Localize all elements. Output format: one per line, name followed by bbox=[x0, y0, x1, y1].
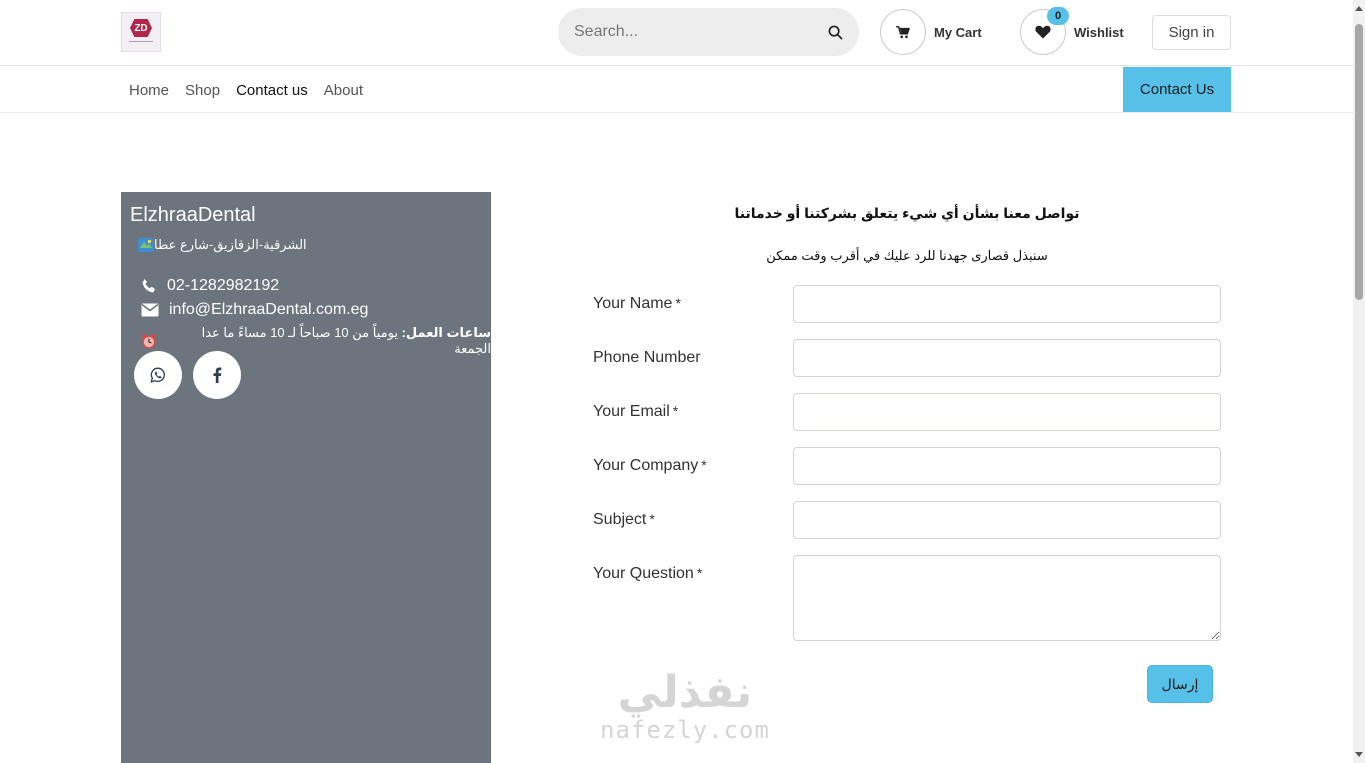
working-hours-label: ساعات العمل: bbox=[401, 325, 491, 340]
label-text: Your Question bbox=[593, 565, 694, 582]
search-icon bbox=[828, 25, 842, 39]
label-text: Your Company bbox=[593, 457, 699, 474]
search-button[interactable] bbox=[823, 20, 847, 44]
label-text: Your Name bbox=[593, 295, 673, 312]
scroll-up-arrow-icon[interactable] bbox=[1355, 6, 1363, 11]
required-mark: * bbox=[696, 565, 703, 581]
email-address[interactable]: info@ElzhraaDental.com.eg bbox=[169, 301, 368, 319]
watermark-arabic: نفذلي bbox=[617, 668, 753, 717]
scroll-down-arrow-icon[interactable] bbox=[1355, 752, 1363, 757]
site-logo[interactable]: ZD bbox=[121, 12, 161, 52]
alarm-clock-icon bbox=[141, 334, 156, 349]
facebook-icon bbox=[213, 367, 222, 383]
company-info-panel: ElzhraaDental الشرقية-الزقازيق-شارع عطا … bbox=[121, 192, 491, 763]
label-phone-number: Phone Number bbox=[593, 349, 704, 367]
contact-us-cta-button[interactable]: Contact Us bbox=[1123, 67, 1231, 112]
required-mark: * bbox=[701, 457, 707, 473]
nav-item-about[interactable]: About bbox=[316, 82, 371, 99]
nav-item-home[interactable]: Home bbox=[121, 82, 177, 99]
your-email-input[interactable] bbox=[793, 393, 1221, 431]
watermark: نفذلي nafezly.com bbox=[600, 668, 770, 745]
phone-icon bbox=[142, 279, 155, 293]
nav-item-contact-us[interactable]: Contact us bbox=[228, 82, 316, 99]
search-bar bbox=[558, 8, 859, 56]
whatsapp-button[interactable] bbox=[134, 351, 182, 399]
wishlist-count-badge: 0 bbox=[1047, 7, 1069, 25]
phone-number[interactable]: 02-1282982192 bbox=[167, 277, 279, 295]
label-text: Subject bbox=[593, 511, 647, 528]
label-text: Phone Number bbox=[593, 349, 701, 366]
required-mark: * bbox=[672, 403, 679, 419]
whatsapp-icon bbox=[150, 367, 165, 383]
facebook-button[interactable] bbox=[193, 351, 241, 399]
required-mark: * bbox=[675, 295, 681, 311]
main-nav: Home Shop Contact us About Contact Us bbox=[0, 67, 1353, 113]
map-icon bbox=[138, 238, 154, 252]
cart-label: My Cart bbox=[934, 24, 982, 40]
required-mark: * bbox=[649, 511, 655, 527]
your-name-input[interactable] bbox=[793, 285, 1221, 323]
logo-tagline-icon bbox=[129, 41, 153, 42]
nav-item-shop[interactable]: Shop bbox=[177, 82, 228, 99]
cart-icon bbox=[896, 25, 910, 38]
phone-row: 02-1282982192 bbox=[141, 277, 279, 295]
email-row: info@ElzhraaDental.com.eg bbox=[141, 301, 368, 319]
watermark-latin: nafezly.com bbox=[600, 716, 770, 744]
your-company-input[interactable] bbox=[793, 447, 1221, 485]
page-scrollbar[interactable] bbox=[1353, 0, 1365, 763]
address-text: الشرقية-الزقازيق-شارع عطا bbox=[154, 237, 307, 252]
scroll-thumb[interactable] bbox=[1355, 24, 1363, 300]
wishlist-label: Wishlist bbox=[1074, 24, 1124, 40]
form-intro-subtitle: سنبذل قصارى جهدنا للرد عليك في أقرب وقت … bbox=[766, 248, 1048, 263]
label-your-email: Your Email * bbox=[593, 403, 678, 421]
nav-links: Home Shop Contact us About bbox=[121, 67, 371, 113]
company-name: ElzhraaDental bbox=[130, 204, 256, 226]
your-question-textarea[interactable] bbox=[793, 555, 1221, 641]
label-text: Your Email bbox=[593, 403, 670, 420]
label-your-company: Your Company * bbox=[593, 457, 707, 475]
label-your-question: Your Question * bbox=[593, 565, 702, 583]
search-input[interactable] bbox=[574, 23, 814, 41]
cart-icon-circle bbox=[880, 9, 926, 55]
cart-button[interactable]: My Cart bbox=[880, 9, 982, 55]
social-links bbox=[134, 351, 241, 399]
wishlist-button[interactable]: 0 Wishlist bbox=[1020, 7, 1124, 55]
phone-number-input[interactable] bbox=[793, 339, 1221, 377]
submit-button[interactable]: إرسال bbox=[1147, 665, 1213, 703]
envelope-icon bbox=[141, 303, 159, 317]
top-header: ZD My Cart 0 bbox=[0, 0, 1353, 66]
logo-mark: ZD bbox=[130, 19, 152, 37]
form-intro-title: تواصل معنا بشأن أي شيء يتعلق بشركتنا أو … bbox=[734, 205, 1080, 221]
label-your-name: Your Name * bbox=[593, 295, 681, 313]
heart-icon bbox=[1035, 25, 1051, 39]
sign-in-button[interactable]: Sign in bbox=[1152, 15, 1231, 50]
subject-input[interactable] bbox=[793, 501, 1221, 539]
wishlist-icon-circle: 0 bbox=[1020, 7, 1069, 55]
label-subject: Subject * bbox=[593, 511, 655, 529]
company-address: الشرقية-الزقازيق-شارع عطا bbox=[132, 237, 307, 253]
logo-tagline-graphic bbox=[129, 39, 153, 45]
